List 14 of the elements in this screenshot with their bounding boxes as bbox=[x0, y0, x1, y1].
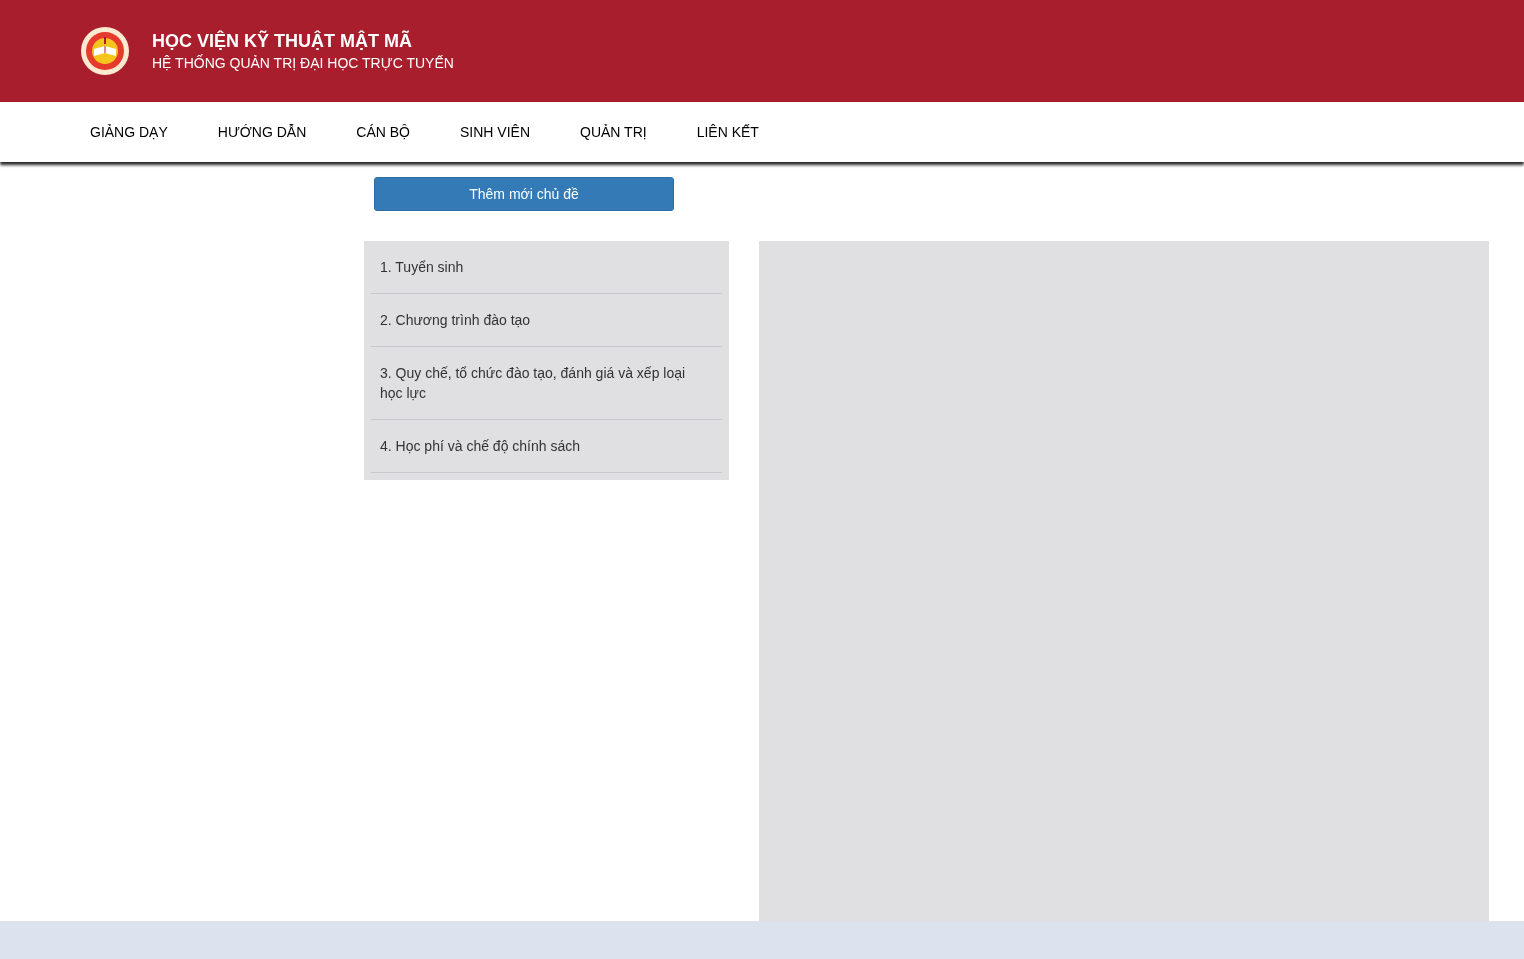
topic-item[interactable]: 3. Quy chế, tổ chức đào tạo, đánh giá và xếp loại học lực bbox=[380, 363, 713, 403]
nav-link[interactable]: SINH VIÊN bbox=[448, 117, 543, 147]
logo-icon bbox=[80, 26, 130, 76]
system-subtitle: HỆ THỐNG QUẢN TRỊ ĐẠI HỌC TRỰC TUYẾN bbox=[152, 53, 454, 73]
topic-item[interactable]: 1. Tuyển sinh bbox=[380, 257, 713, 277]
nav-link[interactable]: CÁN BỘ bbox=[344, 117, 422, 147]
topic-item[interactable]: 2. Chương trình đào tạo bbox=[380, 310, 713, 330]
institute-title: HỌC VIỆN KỸ THUẬT MẬT MÃ bbox=[152, 29, 413, 53]
add-topic-button[interactable]: Thêm mới chủ đề bbox=[374, 177, 674, 211]
nav-link[interactable]: QUẢN TRỊ bbox=[568, 117, 659, 147]
nav-link[interactable]: LIÊN KẾT bbox=[684, 117, 771, 147]
topic-item[interactable]: 4. Học phí và chế độ chính sách bbox=[380, 436, 713, 456]
nav-link[interactable]: GIẢNG DẠY bbox=[78, 117, 180, 147]
nav-link[interactable]: HƯỚNG DẪN bbox=[205, 117, 319, 147]
